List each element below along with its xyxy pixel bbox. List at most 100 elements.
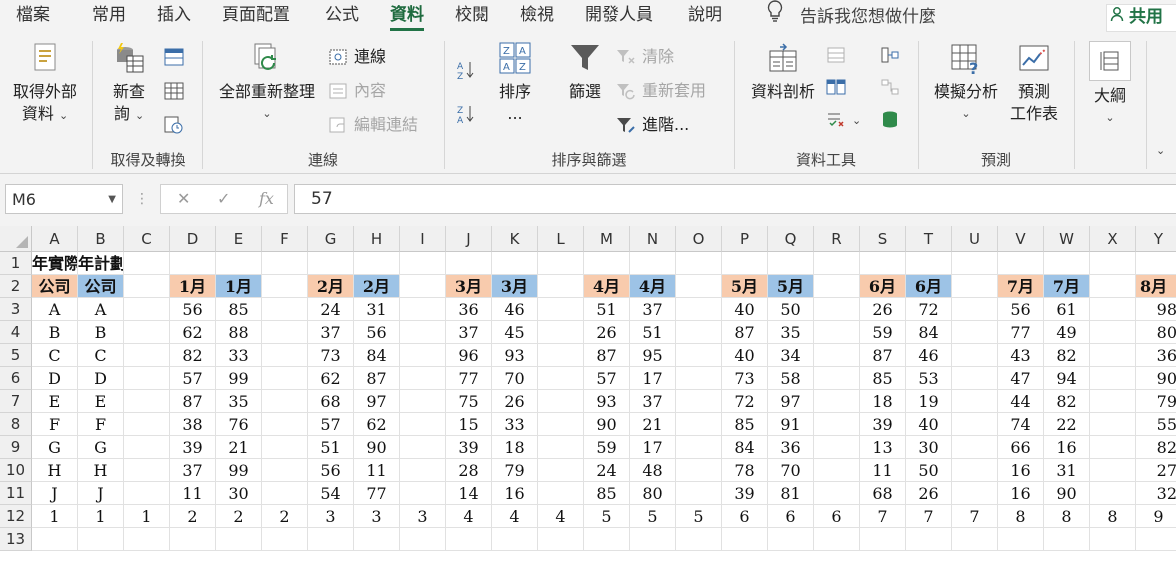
value-cell[interactable]: 40 [722, 344, 768, 367]
column-header-s[interactable]: S [860, 226, 906, 252]
cell[interactable] [584, 252, 630, 275]
select-all-button[interactable] [0, 226, 32, 252]
value-cell[interactable]: 13 [860, 436, 906, 459]
row-header-13[interactable]: 13 [0, 528, 32, 551]
cell[interactable] [262, 528, 308, 551]
value-cell[interactable]: 39 [722, 482, 768, 505]
cell[interactable] [216, 528, 262, 551]
cell[interactable] [676, 482, 722, 505]
cell[interactable] [262, 413, 308, 436]
cell[interactable] [538, 367, 584, 390]
company-cell[interactable]: B [78, 321, 124, 344]
column-header-f[interactable]: F [262, 226, 308, 252]
cell[interactable] [952, 413, 998, 436]
reapply-button[interactable]: 重新套用 [616, 79, 706, 103]
value-cell[interactable]: 93 [492, 344, 538, 367]
row-header-4[interactable]: 4 [0, 321, 32, 344]
cell[interactable] [1090, 528, 1136, 551]
column-header-g[interactable]: G [308, 226, 354, 252]
company-cell[interactable]: A [32, 298, 78, 321]
company-cell[interactable]: H [78, 459, 124, 482]
row12-cell[interactable]: 4 [492, 505, 538, 528]
cell[interactable] [814, 298, 860, 321]
value-cell[interactable]: 94 [1044, 367, 1090, 390]
value-cell[interactable]: 34 [768, 344, 814, 367]
value-cell[interactable]: 68 [860, 482, 906, 505]
column-header-h[interactable]: H [354, 226, 400, 252]
edit-links-button[interactable]: 編輯連結 [328, 113, 418, 137]
value-cell[interactable]: 99 [216, 459, 262, 482]
value-cell[interactable]: 56 [170, 298, 216, 321]
sort-descending-button[interactable]: ZA [456, 101, 482, 126]
header-month-plan[interactable]: 4月 [630, 275, 676, 298]
cell[interactable] [1044, 252, 1090, 275]
company-cell[interactable]: E [78, 390, 124, 413]
value-cell[interactable]: 32 [1136, 482, 1176, 505]
column-header-a[interactable]: A [32, 226, 78, 252]
cell[interactable] [952, 390, 998, 413]
value-cell[interactable]: 56 [308, 459, 354, 482]
value-cell[interactable]: 37 [630, 390, 676, 413]
value-cell[interactable]: 31 [354, 298, 400, 321]
cell[interactable] [906, 528, 952, 551]
value-cell[interactable]: 36 [446, 298, 492, 321]
row12-cell[interactable]: 3 [354, 505, 400, 528]
header-month-actual[interactable]: 2月 [308, 275, 354, 298]
cell[interactable] [722, 528, 768, 551]
value-cell[interactable]: 85 [722, 413, 768, 436]
value-cell[interactable]: 24 [584, 459, 630, 482]
cell[interactable] [170, 252, 216, 275]
value-cell[interactable]: 98 [1136, 298, 1176, 321]
value-cell[interactable]: 97 [354, 390, 400, 413]
value-cell[interactable]: 87 [170, 390, 216, 413]
column-header-d[interactable]: D [170, 226, 216, 252]
cell[interactable] [676, 459, 722, 482]
cell[interactable] [814, 436, 860, 459]
value-cell[interactable]: 84 [354, 344, 400, 367]
value-cell[interactable]: 26 [906, 482, 952, 505]
tab-home[interactable]: 常用 [92, 0, 126, 33]
column-header-b[interactable]: B [78, 226, 124, 252]
header-month-actual[interactable]: 6月 [860, 275, 906, 298]
value-cell[interactable]: 51 [630, 321, 676, 344]
relationships-button[interactable] [880, 75, 906, 99]
value-cell[interactable]: 49 [1044, 321, 1090, 344]
value-cell[interactable]: 77 [998, 321, 1044, 344]
cell[interactable] [1090, 390, 1136, 413]
value-cell[interactable]: 79 [1136, 390, 1176, 413]
value-cell[interactable]: 11 [170, 482, 216, 505]
cell[interactable] [446, 252, 492, 275]
value-cell[interactable]: 57 [308, 413, 354, 436]
value-cell[interactable]: 50 [906, 459, 952, 482]
worksheet-grid[interactable]: A B C D E F G H I J K L M N O P Q R S T U V W X Y 1 2 3 4 5 6 7 8 9 10 11 12… [0, 226, 1176, 586]
tab-help[interactable]: 說明 [688, 0, 722, 33]
value-cell[interactable]: 40 [722, 298, 768, 321]
value-cell[interactable]: 37 [446, 321, 492, 344]
header-month-plan[interactable]: 6月 [906, 275, 952, 298]
cell[interactable] [676, 275, 722, 298]
value-cell[interactable]: 62 [308, 367, 354, 390]
cell[interactable] [124, 413, 170, 436]
text-to-columns-button[interactable]: 資料剖析 [744, 41, 822, 103]
value-cell[interactable]: 39 [170, 436, 216, 459]
cell[interactable] [814, 413, 860, 436]
value-cell[interactable]: 16 [998, 459, 1044, 482]
cell[interactable] [722, 252, 768, 275]
header-month-plan[interactable]: 3月 [492, 275, 538, 298]
value-cell[interactable]: 66 [998, 436, 1044, 459]
value-cell[interactable]: 90 [1044, 482, 1090, 505]
cell[interactable] [124, 321, 170, 344]
value-cell[interactable]: 28 [446, 459, 492, 482]
value-cell[interactable]: 87 [584, 344, 630, 367]
cell[interactable] [814, 367, 860, 390]
enter-check-icon[interactable]: ✓ [217, 185, 230, 213]
column-header-k[interactable]: K [492, 226, 538, 252]
value-cell[interactable]: 38 [170, 413, 216, 436]
cell[interactable] [400, 252, 446, 275]
row12-cell[interactable]: 2 [216, 505, 262, 528]
cell[interactable] [32, 528, 78, 551]
cell[interactable] [538, 528, 584, 551]
value-cell[interactable]: 82 [170, 344, 216, 367]
flash-fill-button[interactable] [826, 43, 852, 67]
row12-cell[interactable]: 3 [400, 505, 446, 528]
